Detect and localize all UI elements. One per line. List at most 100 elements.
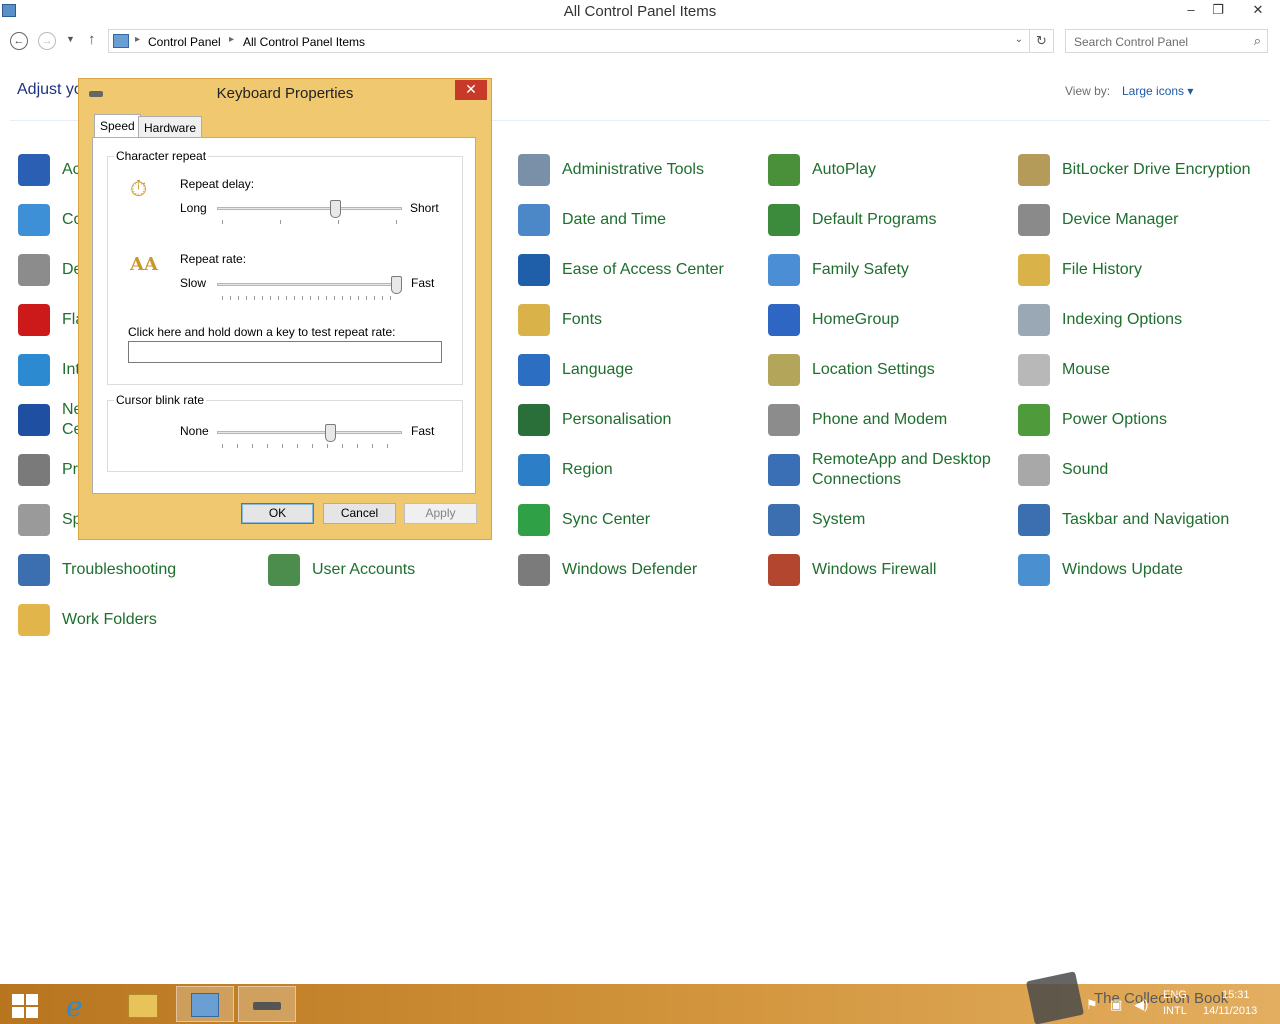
item-label: Ease of Access Center <box>562 261 724 278</box>
minimize-button[interactable]: – <box>1176 0 1206 22</box>
keyboard-layout-indicator[interactable]: INTL <box>1163 1005 1187 1017</box>
item-bitlocker-drive-encryption[interactable]: BitLocker Drive Encryption <box>1018 150 1258 190</box>
internet-explorer-icon[interactable]: e <box>52 986 110 1023</box>
sync-center-icon <box>518 504 550 536</box>
network-icon[interactable]: ▣ <box>1110 997 1122 1013</box>
autoplay-icon <box>768 154 800 186</box>
search-input[interactable]: Search Control Panel ⌕ <box>1065 29 1268 53</box>
item-fonts[interactable]: Fonts <box>518 300 758 340</box>
repeat-delay-slider[interactable] <box>217 200 402 220</box>
ease-of-access-center-icon <box>518 254 550 286</box>
item-sound[interactable]: Sound <box>1018 450 1258 490</box>
forward-icon[interactable]: → <box>38 32 56 50</box>
tab-speed[interactable]: Speed <box>94 114 141 138</box>
start-button[interactable] <box>0 986 58 1022</box>
item-label: Default Programs <box>812 211 937 228</box>
search-placeholder: Search Control Panel <box>1074 35 1189 49</box>
ok-button[interactable]: OK <box>241 503 314 524</box>
up-icon[interactable]: ↑ <box>88 31 96 48</box>
administrative-tools-icon <box>518 154 550 186</box>
item-location-settings[interactable]: Location Settings <box>768 350 1008 390</box>
homegroup-icon <box>768 304 800 336</box>
folder-icon <box>128 994 158 1018</box>
item-mouse[interactable]: Mouse <box>1018 350 1258 390</box>
search-icon[interactable]: ⌕ <box>1254 33 1261 49</box>
repeat-rate-slider[interactable] <box>217 276 402 296</box>
item-personalisation[interactable]: Personalisation <box>518 400 758 440</box>
work-folders-icon <box>18 604 50 636</box>
item-windows-update[interactable]: Windows Update <box>1018 550 1258 590</box>
item-taskbar-and-navigation[interactable]: Taskbar and Navigation <box>1018 500 1258 540</box>
refresh-icon[interactable]: ↻ <box>1030 29 1054 53</box>
recent-locations-chevron-icon[interactable]: ▼ <box>66 34 75 44</box>
item-ease-of-access-center[interactable]: Ease of Access Center <box>518 250 758 290</box>
power-options-icon <box>1018 404 1050 436</box>
item-region[interactable]: Region <box>518 450 758 490</box>
item-label: Sound <box>1062 461 1109 478</box>
item-file-history[interactable]: File History <box>1018 250 1258 290</box>
windows-update-icon <box>1018 554 1050 586</box>
cursor-blink-slider[interactable] <box>217 424 402 444</box>
system-icon <box>768 504 800 536</box>
item-label: Administrative Tools <box>562 161 704 178</box>
item-system[interactable]: System <box>768 500 1008 540</box>
breadcrumb-all-items[interactable]: All Control Panel Items <box>243 35 365 49</box>
volume-icon[interactable]: ◀) <box>1134 997 1148 1013</box>
slider-thumb[interactable] <box>330 200 341 218</box>
tab-hardware[interactable]: Hardware <box>138 116 203 138</box>
slider-thumb[interactable] <box>391 276 402 294</box>
item-troubleshooting[interactable]: Troubleshooting <box>18 550 258 590</box>
delay-short-label: Short <box>410 201 439 215</box>
item-user-accounts[interactable]: User Accounts <box>268 550 508 590</box>
close-button[interactable]: ✕ <box>1240 0 1276 22</box>
item-device-manager[interactable]: Device Manager <box>1018 200 1258 240</box>
de-icon <box>18 254 50 286</box>
item-family-safety[interactable]: Family Safety <box>768 250 1008 290</box>
item-date-and-time[interactable]: Date and Time <box>518 200 758 240</box>
control-panel-taskbar-icon[interactable] <box>176 986 234 1022</box>
item-administrative-tools[interactable]: Administrative Tools <box>518 150 758 190</box>
address-dropdown-icon[interactable]: ⌄ <box>1015 34 1023 45</box>
ac-icon <box>18 154 50 186</box>
back-icon[interactable]: ← <box>10 32 28 50</box>
clock-time[interactable]: 15:31 <box>1222 989 1250 1001</box>
language-indicator[interactable]: ENG <box>1163 989 1187 1001</box>
restore-button[interactable]: ❐ <box>1203 0 1233 22</box>
breadcrumb-control-panel[interactable]: Control Panel <box>148 35 221 49</box>
item-indexing-options[interactable]: Indexing Options <box>1018 300 1258 340</box>
apply-button[interactable]: Apply <box>404 503 477 524</box>
address-bar[interactable]: ▸ Control Panel ▸ All Control Panel Item… <box>108 29 1030 53</box>
slider-thumb[interactable] <box>325 424 336 442</box>
item-label: Pr <box>62 461 78 478</box>
file-explorer-icon[interactable] <box>114 986 172 1022</box>
taskbar-and-navigation-icon <box>1018 504 1050 536</box>
item-label: Fonts <box>562 311 603 328</box>
character-repeat-title: Character repeat <box>114 149 209 163</box>
item-label: Sync Center <box>562 511 651 528</box>
item-autoplay[interactable]: AutoPlay <box>768 150 1008 190</box>
item-language[interactable]: Language <box>518 350 758 390</box>
repeat-delay-label: Repeat delay: <box>180 177 255 191</box>
cancel-button[interactable]: Cancel <box>323 503 396 524</box>
clock-date[interactable]: 14/11/2013 <box>1203 1005 1257 1017</box>
book-logo-icon <box>1025 971 1085 1024</box>
item-phone-and-modem[interactable]: Phone and Modem <box>768 400 1008 440</box>
action-center-flag-icon[interactable]: ⚑ <box>1086 997 1098 1013</box>
item-windows-firewall[interactable]: Windows Firewall <box>768 550 1008 590</box>
dialog-close-button[interactable]: ✕ <box>455 80 487 100</box>
breadcrumb-separator-icon[interactable]: ▸ <box>135 34 140 45</box>
item-default-programs[interactable]: Default Programs <box>768 200 1008 240</box>
item-label: Windows Firewall <box>812 561 937 578</box>
item-remoteapp-and-desktop-connections[interactable]: RemoteApp and Desktop Connections <box>768 450 1008 490</box>
breadcrumb-separator-icon[interactable]: ▸ <box>229 34 234 45</box>
item-windows-defender[interactable]: Windows Defender <box>518 550 758 590</box>
item-label: Taskbar and Navigation <box>1062 511 1230 528</box>
item-power-options[interactable]: Power Options <box>1018 400 1258 440</box>
bitlocker-drive-encryption-icon <box>1018 154 1050 186</box>
item-sync-center[interactable]: Sync Center <box>518 500 758 540</box>
keyboard-taskbar-icon[interactable] <box>238 986 296 1022</box>
item-work-folders[interactable]: Work Folders <box>18 600 258 640</box>
item-homegroup[interactable]: HomeGroup <box>768 300 1008 340</box>
repeat-test-input[interactable] <box>128 341 442 363</box>
view-by-dropdown[interactable]: Large icons ▾ <box>1122 84 1193 98</box>
